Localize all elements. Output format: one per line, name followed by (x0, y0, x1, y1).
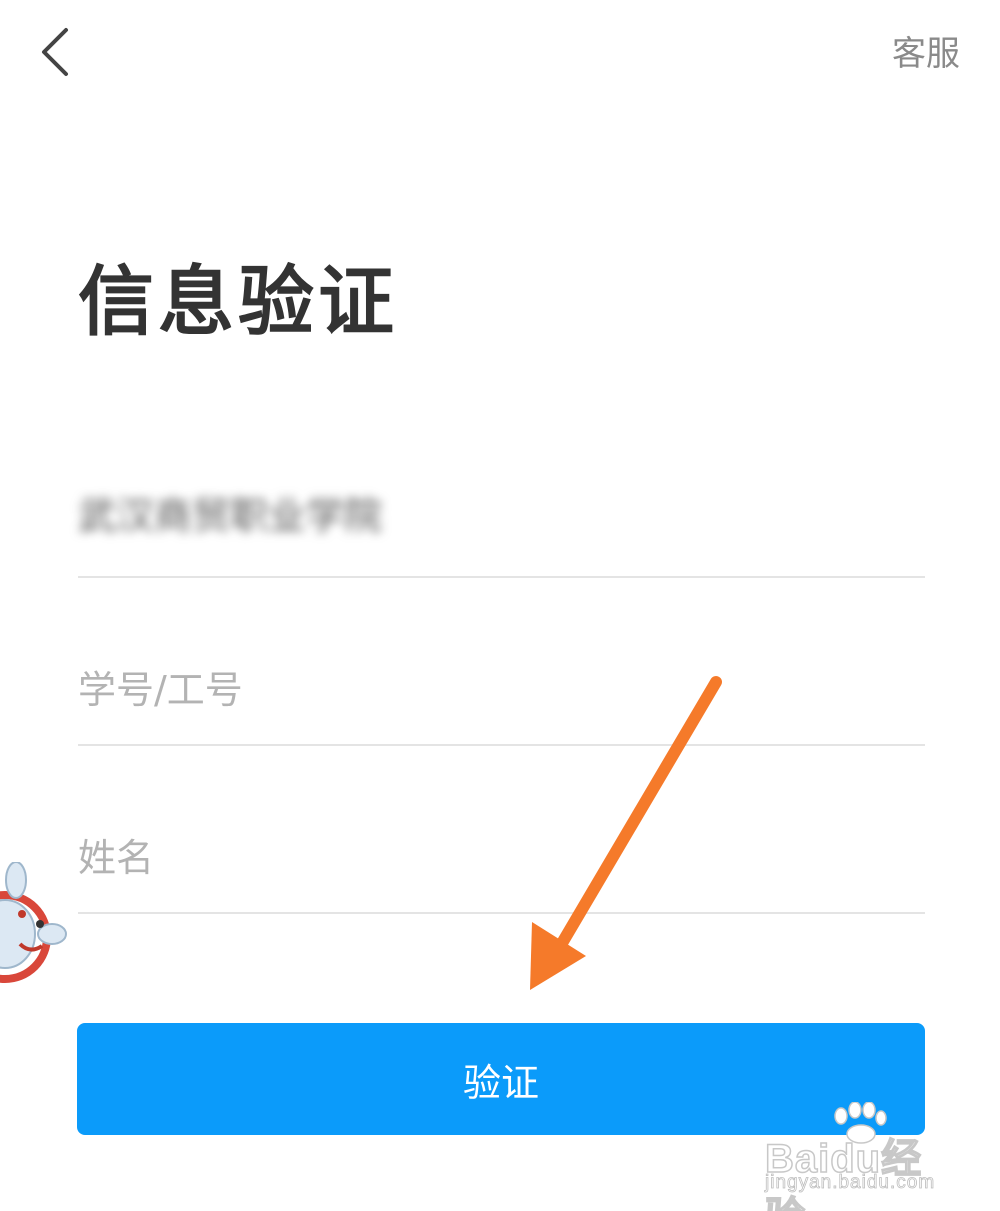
watermark-url: jingyan.baidu.com (765, 1172, 936, 1194)
watermark-logo-text: Baidu经验 (764, 1136, 923, 1211)
student-id-field[interactable] (78, 578, 925, 746)
baidu-jingyan-watermark: Baidu经验 jingyan.baidu.com (764, 1098, 955, 1211)
school-field[interactable]: 武汉商贸职业学院 (78, 410, 925, 578)
top-bar: 客服 (0, 0, 1000, 110)
student-id-input[interactable] (78, 662, 925, 718)
page-title: 信息验证 (78, 257, 398, 346)
back-button[interactable] (30, 22, 90, 82)
name-input[interactable] (78, 830, 925, 886)
mascot-floating-icon[interactable] (0, 862, 70, 1002)
school-value: 武汉商贸职业学院 (78, 494, 383, 538)
chevron-left-icon (42, 28, 68, 76)
name-field[interactable] (78, 746, 925, 914)
customer-service-link[interactable]: 客服 (892, 26, 960, 75)
